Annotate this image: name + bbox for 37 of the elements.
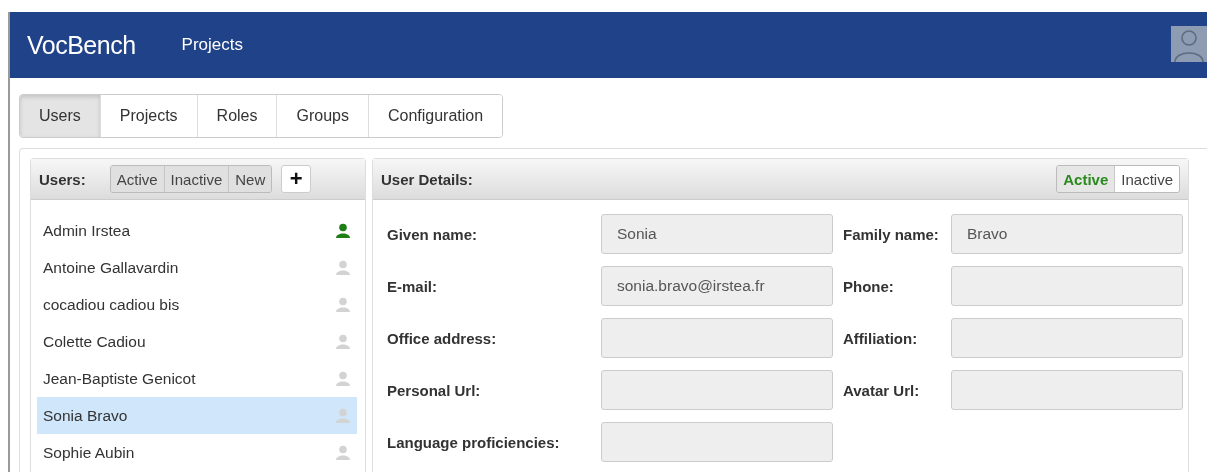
nav-link[interactable]: Projects [181, 35, 243, 55]
panel-title: Users: [39, 170, 86, 188]
user-list-item[interactable]: Antoine Gallavardin [37, 249, 357, 286]
user-list-item[interactable]: cocadiou cadiou bis [37, 286, 357, 323]
status-button[interactable]: Inactive [1115, 166, 1179, 192]
field-label: Personal Url: [387, 381, 482, 399]
field-label: Office address: [387, 329, 498, 347]
panel-title: User Details: [381, 170, 473, 188]
field-label: E-mail: [387, 277, 438, 295]
field-label: Phone: [842, 277, 895, 295]
user-list-item[interactable]: Admin Irstea [37, 212, 357, 249]
status-button[interactable]: Active [1057, 166, 1116, 192]
user-list-item[interactable]: Colette Cadiou [37, 323, 357, 360]
tab[interactable]: Users [20, 95, 101, 137]
input-field[interactable] [951, 318, 1183, 358]
avatar-icon[interactable] [1171, 26, 1207, 62]
input-field[interactable]: Sonia [601, 214, 833, 254]
input-field[interactable] [601, 318, 833, 358]
user-list-item[interactable]: Jean-Baptiste Genicot [37, 360, 357, 397]
field-label: Avatar Url: [842, 381, 921, 399]
field-label: Given name: [387, 225, 479, 243]
filter-button[interactable]: New [229, 166, 272, 192]
brand-logo[interactable]: VocBench [27, 30, 136, 60]
add-user-button[interactable]: + [281, 165, 312, 193]
input-field[interactable] [951, 370, 1183, 410]
field-label: Affiliation: [842, 329, 919, 347]
field-label: Language proficiencies: [387, 433, 561, 451]
input-field[interactable] [601, 422, 833, 462]
field-label: Family name: [842, 225, 940, 243]
input-field[interactable]: Bravo [951, 214, 1183, 254]
input-field[interactable]: sonia.bravo@irstea.fr [601, 266, 833, 306]
filter-button[interactable]: Inactive [164, 166, 230, 192]
filter-button[interactable]: Active [110, 166, 165, 192]
input-field[interactable] [951, 266, 1183, 306]
input-field[interactable] [601, 370, 833, 410]
user-list-item[interactable]: Sophie Aubin [37, 434, 357, 471]
user-list-item[interactable]: Sonia Bravo [37, 397, 357, 434]
